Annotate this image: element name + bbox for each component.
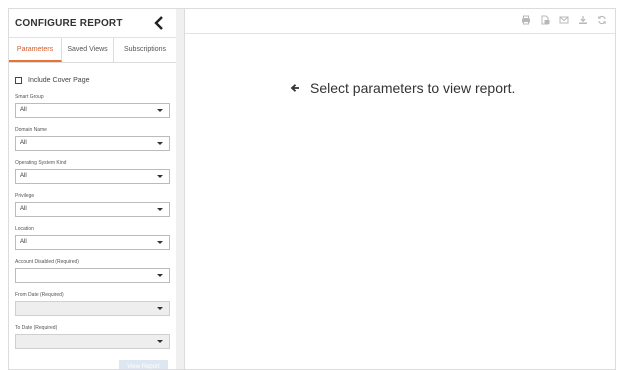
chevron-left-icon [154,16,163,30]
caret-down-icon [157,340,163,343]
toolbar-icons [521,15,607,25]
report-frame: CONFIGURE REPORT Parameters Saved Views … [8,8,616,370]
include-cover-page-row: Include Cover Page [15,77,170,84]
tab-saved-views[interactable]: Saved Views [62,38,114,62]
field-account-disabled: Account Disabled (Required) [15,257,170,283]
caret-down-icon [157,274,163,277]
refresh-icon[interactable] [597,15,607,25]
download-icon[interactable] [578,15,588,25]
include-cover-page-label: Include Cover Page [28,77,90,84]
select-value: All [20,140,27,146]
email-icon[interactable] [559,15,569,25]
tab-subscriptions[interactable]: Subscriptions [114,38,176,62]
field-operating-system-kind: Operating System Kind All [15,158,170,184]
print-icon[interactable] [521,15,531,25]
view-report-button[interactable]: View Report [119,360,168,369]
account-disabled-select[interactable] [15,268,170,283]
select-value: All [20,206,27,212]
caret-down-icon [157,241,163,244]
empty-report-message: Select parameters to view report. [290,80,515,96]
field-label: To Date (Required) [15,325,58,331]
field-label: Account Disabled (Required) [15,259,79,265]
caret-down-icon [157,175,163,178]
select-value: All [20,239,27,245]
field-label: Domain Name [15,127,47,133]
field-label: Privilege [15,193,35,199]
field-label: Operating System Kind [15,160,67,166]
panel-header: CONFIGURE REPORT [9,9,176,38]
privilege-select[interactable]: All [15,202,170,217]
domain-name-select[interactable]: All [15,136,170,151]
caret-down-icon [157,307,163,310]
tab-parameters[interactable]: Parameters [9,38,62,62]
export-pdf-icon[interactable] [540,15,550,25]
smart-group-select[interactable]: All [15,103,170,118]
field-smart-group: Smart Group All [15,92,170,118]
from-date-select[interactable] [15,301,170,316]
field-label: From Date (Required) [15,292,64,298]
parameters-form: Include Cover Page Smart Group All Domai… [9,77,176,349]
caret-down-icon [157,208,163,211]
field-to-date: To Date (Required) [15,323,170,349]
caret-down-icon [157,142,163,145]
field-location: Location All [15,224,170,250]
report-toolbar [185,9,615,34]
configure-report-panel: CONFIGURE REPORT Parameters Saved Views … [9,9,177,369]
field-privilege: Privilege All [15,191,170,217]
select-value: All [20,107,27,113]
caret-down-icon [157,109,163,112]
include-cover-page-checkbox[interactable] [15,77,22,84]
panel-tabs: Parameters Saved Views Subscriptions [9,38,176,63]
field-label: Smart Group [15,94,44,100]
panel-title: CONFIGURE REPORT [15,18,123,29]
select-parameters-text: Select parameters to view report. [310,80,516,96]
operating-system-kind-select[interactable]: All [15,169,170,184]
to-date-select[interactable] [15,334,170,349]
field-domain-name: Domain Name All [15,125,170,151]
field-label: Location [15,226,34,232]
collapse-panel-button[interactable] [152,15,166,31]
panel-scrollbar[interactable] [176,9,185,369]
arrow-left-icon [290,84,299,92]
field-from-date: From Date (Required) [15,290,170,316]
select-value: All [20,173,27,179]
location-select[interactable]: All [15,235,170,250]
